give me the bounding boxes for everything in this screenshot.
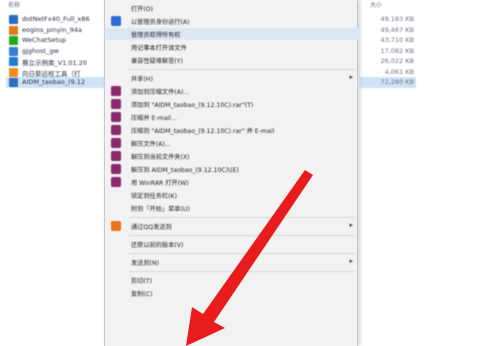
menu-separator — [129, 235, 355, 236]
menu-item-label: 通过QQ发送到 — [131, 224, 172, 231]
winrar-icon — [111, 86, 121, 96]
column-header-size[interactable]: 大小 — [370, 0, 382, 10]
menu-item[interactable]: 附到「开始」菜单(U) — [105, 202, 359, 214]
exe-icon — [9, 57, 18, 66]
menu-item-label: 以管理员身份运行(A) — [131, 19, 190, 26]
qq-icon — [111, 221, 121, 231]
menu-item-label: 用 WinRAR 打开(W) — [131, 180, 189, 187]
menu-item[interactable]: 复制(C) — [105, 287, 359, 299]
menu-item[interactable]: 发送到(N) ▸ — [105, 256, 359, 268]
column-header-name[interactable]: 名称 — [8, 0, 20, 10]
winrar-icon — [111, 138, 121, 148]
exe-icon — [9, 46, 18, 56]
menu-item[interactable]: 共享(H) ▸ — [105, 72, 359, 84]
wechat-icon — [9, 36, 18, 45]
menu-item[interactable]: 通过QQ发送到 ▸ — [105, 220, 359, 232]
menu-separator — [129, 217, 355, 218]
shield-icon — [111, 16, 121, 26]
menu-item-label: 添加到 "AIDM_taobao_(9.12.10C).rar"(T) — [131, 102, 254, 109]
menu-item-label: 发送到(N) — [131, 260, 160, 267]
menu-item[interactable]: 用记事本打开该文件 — [105, 41, 359, 53]
file-size: 49,183 KB — [380, 15, 414, 23]
menu-item[interactable]: 添加到压缩文件(A)... — [105, 85, 359, 97]
menu-item-label: 还原以前的版本(V) — [131, 242, 184, 249]
menu-item[interactable]: 兼容性疑难解答(Y) — [105, 54, 359, 66]
winrar-icon — [111, 164, 121, 174]
file-size: 49,467 KB — [380, 25, 414, 34]
menu-item-label: 复制(C) — [131, 291, 153, 298]
context-menu: 打开(O) 以管理员身份运行(A) 管理员取得所有权 用记事本打开该文件 兼容性疑难解答… — [104, 0, 359, 346]
menu-item[interactable]: 以管理员身份运行(A) — [105, 15, 359, 27]
menu-separator — [129, 271, 355, 272]
menu-item[interactable]: 解压到 AIDM_taobao_(9.12.10C)\(E) — [105, 163, 359, 175]
menu-item-label: 剪切(T) — [131, 278, 152, 285]
menu-item[interactable]: 压缩到 "AIDM_taobao_(9.12.10C).rar" 并 E-mai… — [105, 124, 359, 136]
menu-item[interactable]: 剪切(T) — [105, 274, 359, 286]
menu-item[interactable]: 锁定到任务栏(K) — [105, 189, 359, 201]
file-name: AIDM_taobao_(9.12 — [22, 78, 86, 86]
file-name: dotNetFx40_Full_x86 — [22, 15, 90, 23]
submenu-arrow-icon: ▸ — [349, 73, 353, 81]
winrar-icon — [111, 125, 121, 135]
menu-separator — [129, 253, 355, 254]
menu-item[interactable]: 压缩并 E-mail... — [105, 111, 359, 123]
menu-item[interactable]: 打开(O) — [105, 2, 359, 14]
menu-item-label: 打开(O) — [131, 6, 154, 13]
file-size: 43,710 KB — [380, 36, 414, 44]
menu-item[interactable]: 管理员取得所有权 — [105, 28, 359, 40]
submenu-arrow-icon: ▸ — [349, 221, 353, 229]
submenu-arrow-icon: ▸ — [349, 257, 353, 265]
menu-item-label: 解压到当前文件夹(X) — [131, 154, 190, 161]
menu-item[interactable]: 解压文件(A)... — [105, 137, 359, 149]
winrar-icon — [111, 177, 121, 187]
file-size: 26,022 KB — [380, 57, 414, 65]
installer-icon — [9, 15, 18, 24]
file-size: 17,082 KB — [380, 46, 414, 55]
menu-item[interactable]: 用 WinRAR 打开(W) — [105, 176, 359, 188]
menu-item-label: 用记事本打开该文件 — [131, 45, 187, 52]
winrar-icon — [111, 112, 121, 122]
menu-item-label: 共享(H) — [131, 76, 153, 83]
file-name: 赛立示例类_V1.01.20 — [22, 59, 88, 67]
file-name: 向日葵远程工具（打 — [22, 69, 81, 78]
menu-item[interactable]: 解压到当前文件夹(X) — [105, 150, 359, 162]
menu-separator — [129, 69, 355, 70]
winrar-icon — [111, 151, 121, 161]
menu-item-label: 兼容性疑难解答(Y) — [131, 58, 183, 65]
installer-icon — [9, 25, 18, 35]
menu-item-label: 锁定到任务栏(K) — [131, 193, 178, 200]
menu-item-label: 附到「开始」菜单(U) — [131, 206, 190, 213]
exe-icon — [9, 67, 18, 77]
menu-item-label: 压缩到 "AIDM_taobao_(9.12.10C).rar" 并 E-mai… — [131, 128, 275, 135]
menu-item-label: 管理员取得所有权 — [131, 32, 181, 39]
menu-item-label: 解压文件(A)... — [131, 141, 171, 148]
file-name: gjghost_gw — [22, 46, 59, 55]
exe-icon — [9, 78, 18, 87]
menu-item-label: 压缩并 E-mail... — [131, 115, 177, 122]
menu-item-label: 解压到 AIDM_taobao_(9.12.10C)\(E) — [131, 167, 239, 174]
file-name: eogins_pinyin_94a — [22, 25, 82, 34]
menu-item[interactable]: 添加到 "AIDM_taobao_(9.12.10C).rar"(T) — [105, 98, 359, 110]
menu-item-label: 添加到压缩文件(A)... — [131, 89, 190, 96]
menu-item[interactable]: 还原以前的版本(V) — [105, 238, 359, 250]
file-name: WeChatSetup — [22, 36, 67, 44]
file-size: 4,061 KB — [384, 67, 414, 76]
file-size: 72,280 KB — [380, 78, 414, 86]
winrar-icon — [111, 99, 121, 109]
